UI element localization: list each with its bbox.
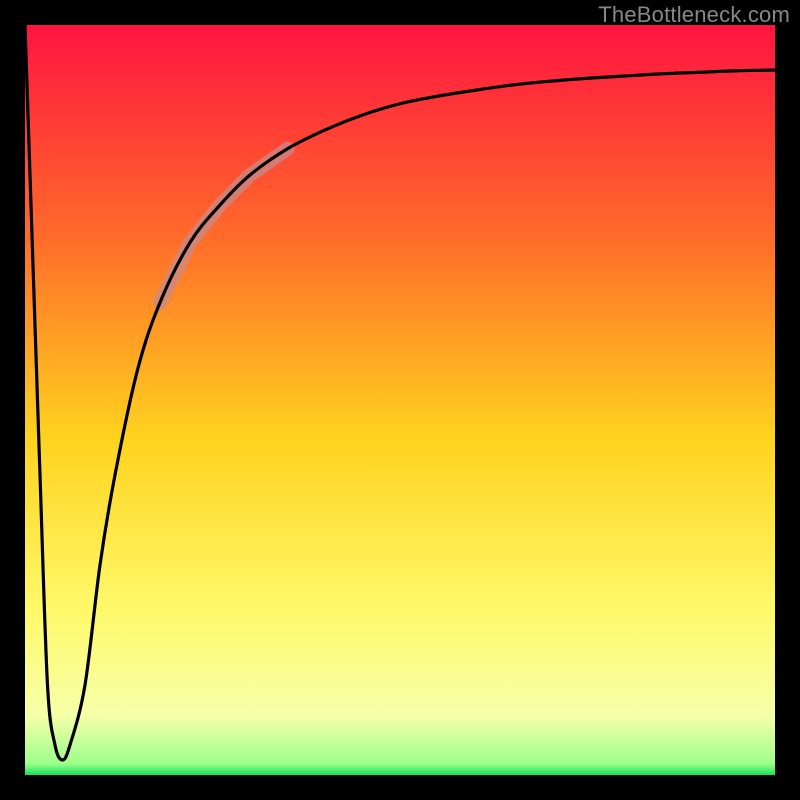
- chart-svg: [25, 25, 775, 775]
- chart-frame: TheBottleneck.com: [0, 0, 800, 800]
- gradient-background: [25, 25, 775, 775]
- watermark-text: TheBottleneck.com: [598, 2, 790, 28]
- plot-area: [25, 25, 775, 775]
